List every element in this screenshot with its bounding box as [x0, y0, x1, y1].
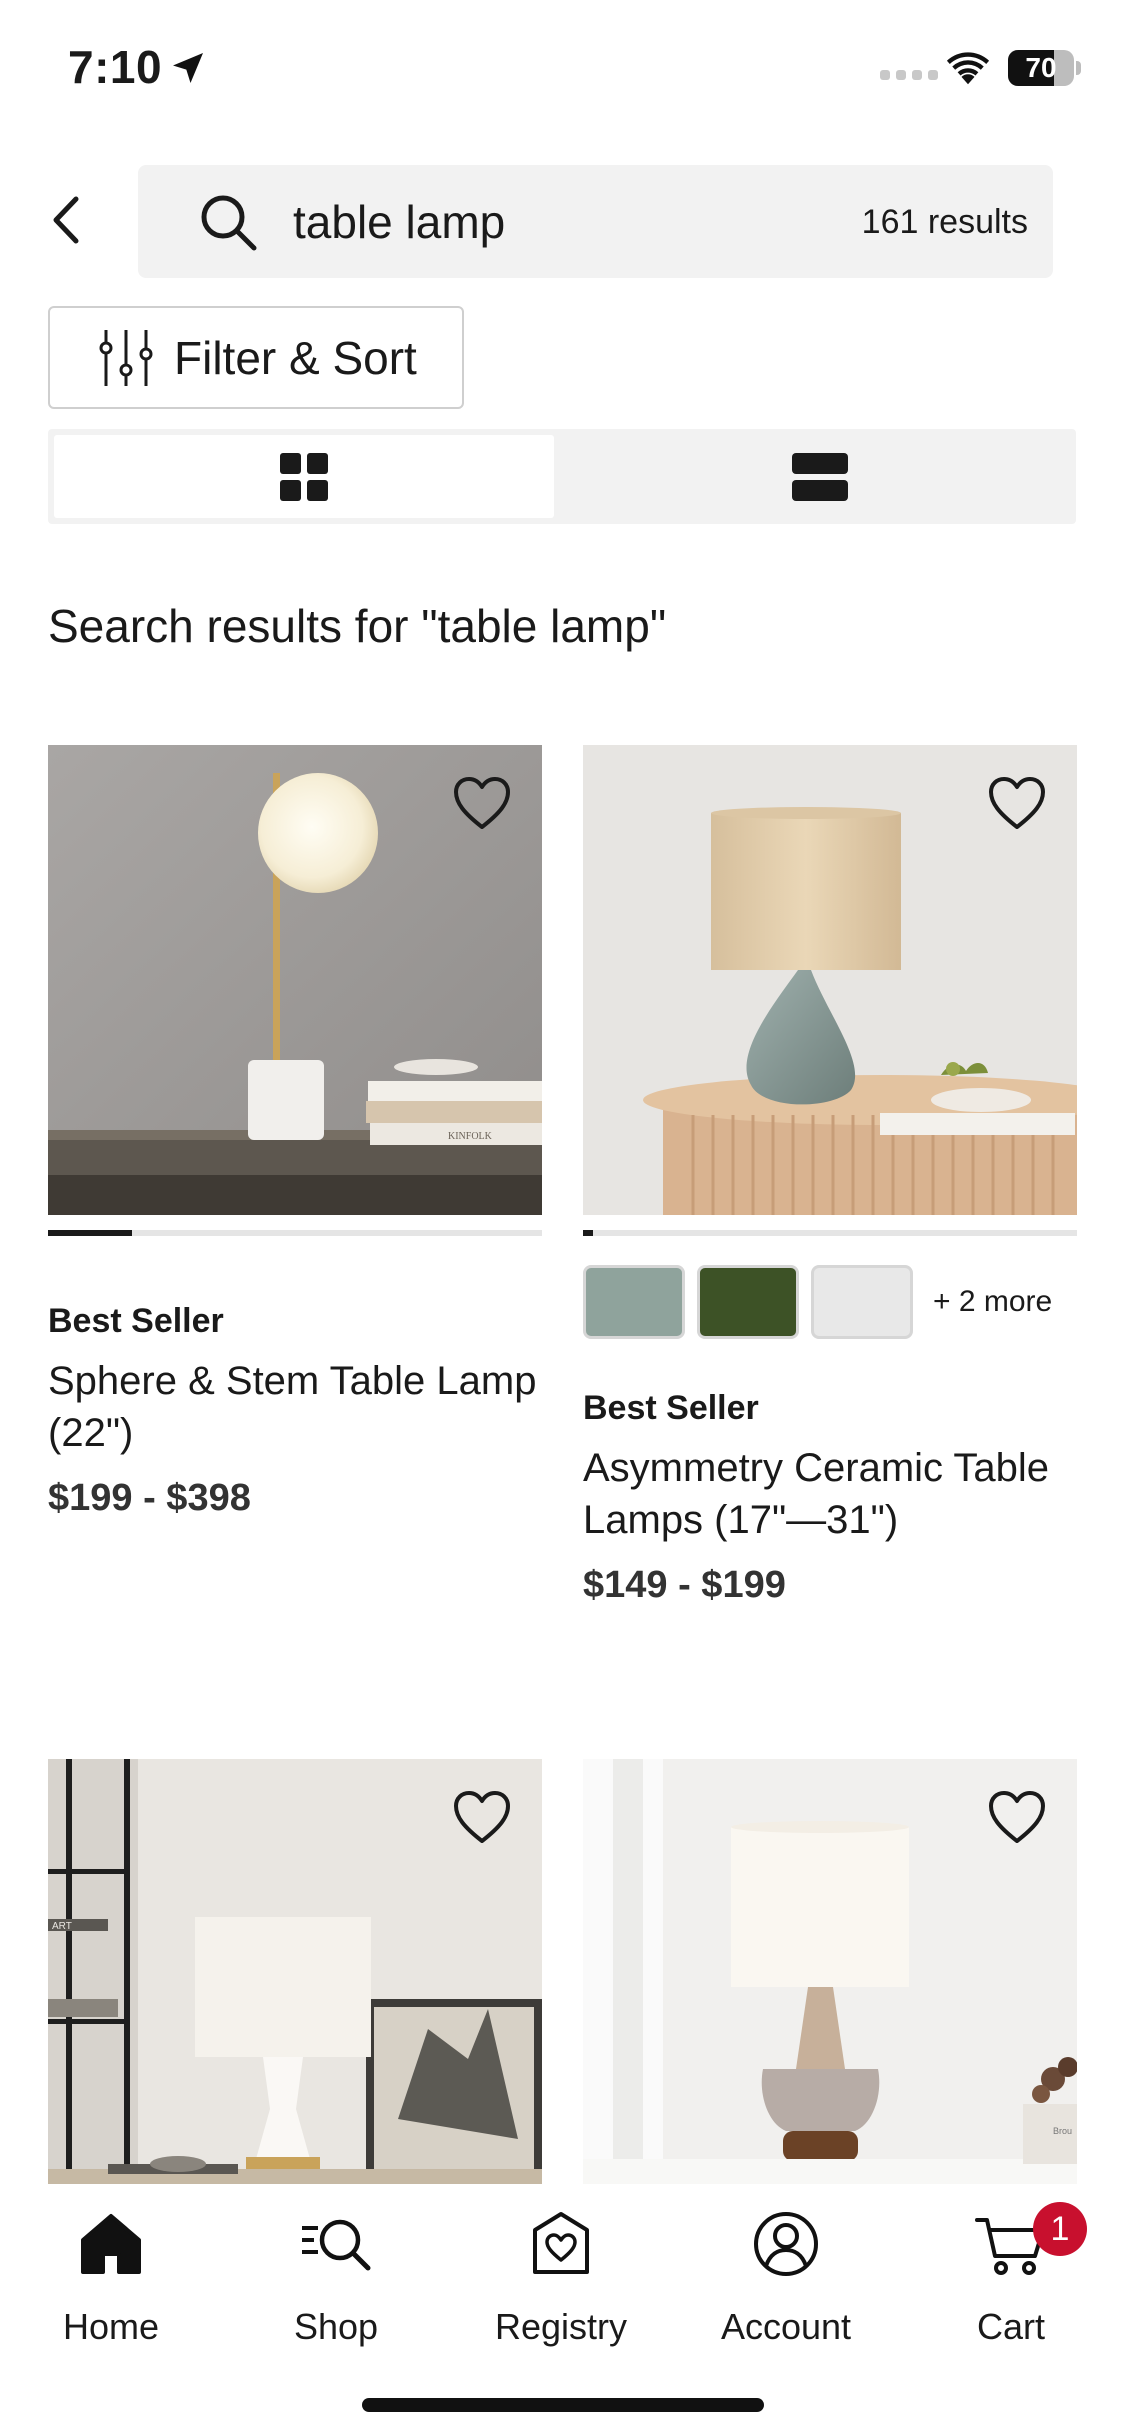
product-image[interactable]: Brou [583, 1759, 1077, 2184]
product-name[interactable]: Sphere & Stem Table Lamp (22") [48, 1355, 542, 1459]
search-icon [201, 195, 257, 251]
tab-label: Account [720, 2306, 852, 2347]
home-indicator [362, 2398, 764, 2412]
account-icon [754, 2212, 818, 2276]
sliders-icon [99, 330, 153, 386]
product-image[interactable]: KINFOLK [48, 745, 542, 1215]
more-swatches-link[interactable]: + 2 more [933, 1285, 1052, 1319]
home-icon [81, 2214, 141, 2274]
tab-label: Home [62, 2306, 160, 2347]
tab-account[interactable]: Account [686, 2206, 886, 2347]
color-swatch[interactable] [583, 1265, 685, 1339]
status-time: 7:10 [68, 41, 163, 93]
book-spine-text: Brou [1053, 2126, 1072, 2136]
status-bar: 7:10 70 [0, 0, 1125, 130]
location-arrow-icon [173, 53, 203, 83]
grid-view-icon [280, 452, 328, 501]
product-card[interactable]: KINFOLK Best Seller Sphere & Stem Table … [48, 745, 542, 1545]
tab-home[interactable]: Home [11, 2206, 211, 2347]
best-seller-badge: Best Seller [583, 1389, 759, 1427]
best-seller-badge: Best Seller [48, 1302, 224, 1340]
product-price: $149 - $199 [583, 1564, 786, 1606]
tab-cart[interactable]: 1 Cart [911, 2202, 1111, 2347]
product-image[interactable]: ART [48, 1759, 542, 2184]
view-toggle [48, 429, 1076, 524]
favorite-heart-icon[interactable] [987, 1789, 1047, 1845]
color-swatch[interactable] [697, 1265, 799, 1339]
results-heading: Search results for "table lamp" [48, 600, 667, 652]
tab-label: Cart [976, 2306, 1045, 2347]
favorite-heart-icon[interactable] [987, 775, 1047, 831]
chevron-left-icon [53, 196, 79, 244]
list-view-button[interactable] [570, 435, 1070, 518]
tab-label: Shop [293, 2306, 379, 2347]
image-carousel-progress [48, 1230, 542, 1236]
tab-registry[interactable]: Registry [461, 2206, 661, 2347]
tab-label: Registry [494, 2306, 628, 2347]
list-view-icon [792, 452, 848, 501]
tab-shop[interactable]: Shop [236, 2206, 436, 2347]
filter-sort-label: Filter & Sort [174, 332, 417, 384]
back-button[interactable] [40, 190, 90, 250]
results-count: 161 results [861, 203, 1028, 241]
product-price: $199 - $398 [48, 1477, 251, 1519]
product-name[interactable]: Asymmetry Ceramic Table Lamps (17"—31") [583, 1442, 1077, 1546]
search-bar[interactable]: table lamp 161 results [138, 165, 1053, 278]
registry-heart-icon [533, 2212, 589, 2274]
battery-level: 70 [1025, 52, 1057, 83]
cellular-signal-icon [880, 70, 938, 80]
book-spine-text: KINFOLK [448, 1131, 493, 1142]
favorite-heart-icon[interactable] [452, 1789, 512, 1845]
product-card[interactable]: Brou [583, 1759, 1077, 2184]
favorite-heart-icon[interactable] [452, 775, 512, 831]
shop-search-icon [302, 2219, 371, 2271]
product-card[interactable]: + 2 more Best Seller Asymmetry Ceramic T… [583, 745, 1077, 1645]
grid-view-button[interactable] [54, 435, 554, 518]
product-image[interactable] [583, 745, 1077, 1215]
search-query[interactable]: table lamp [293, 195, 505, 249]
battery-icon: 70 [1008, 50, 1081, 86]
image-carousel-progress [583, 1230, 1077, 1236]
book-spine-text: ART [52, 1921, 72, 1932]
cart-count-badge: 1 [1033, 2202, 1087, 2256]
color-swatches: + 2 more [583, 1265, 1052, 1339]
filter-sort-button[interactable]: Filter & Sort [48, 306, 464, 409]
wifi-icon [946, 52, 990, 85]
color-swatch[interactable] [811, 1265, 913, 1339]
product-card[interactable]: ART [48, 1759, 542, 2184]
